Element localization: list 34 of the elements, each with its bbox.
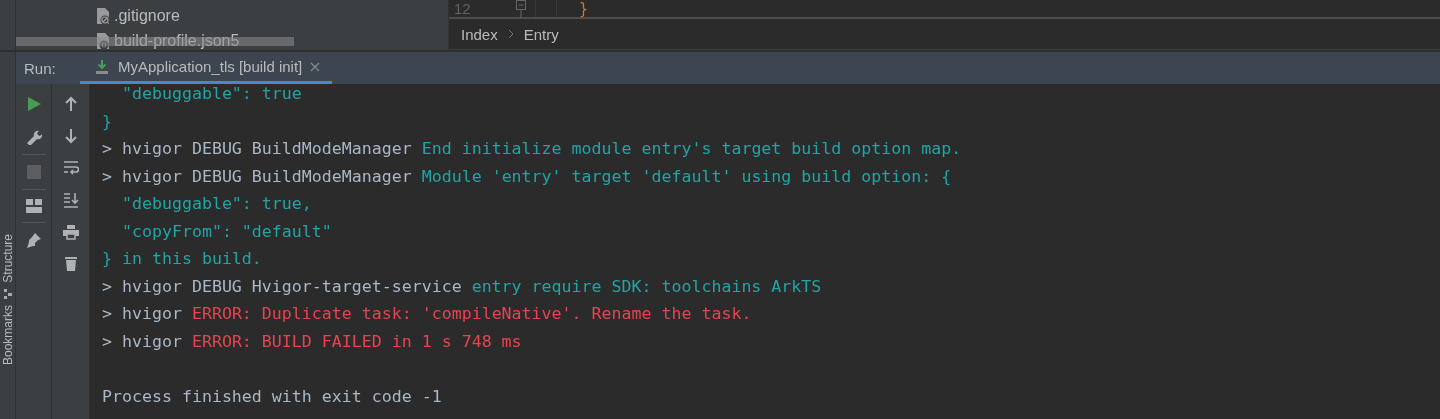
close-icon[interactable]: [310, 61, 321, 72]
side-tab[interactable]: Bookmarks: [0, 304, 15, 365]
console-line: }: [102, 111, 113, 133]
trash-icon[interactable]: [62, 256, 79, 272]
layout-icon[interactable]: [25, 199, 42, 213]
fold-icon[interactable]: [515, 0, 527, 18]
wrench-icon[interactable]: [25, 129, 42, 145]
exit-message: Process finished with exit code -1: [102, 386, 443, 408]
structure-icon: [3, 288, 12, 299]
line-number: 12: [454, 0, 472, 17]
side-tab[interactable]: Structure: [0, 234, 15, 283]
console-line: "debuggable": true: [120, 84, 303, 105]
tree-item[interactable]: .gitignore: [95, 3, 448, 28]
console-line: > hvigor DEBUG BuildModeManager Module 'entry' target 'default' using build option: {: [102, 166, 953, 188]
chevron-icon: [507, 29, 514, 39]
soft-wrap-icon[interactable]: [62, 160, 79, 176]
down-arrow-icon[interactable]: [62, 128, 79, 144]
console-line: > hvigor DEBUG Hvigor-target-service entry require SDK: toolchains ArkTS: [102, 276, 823, 298]
code-text: }: [579, 0, 589, 18]
print-icon[interactable]: [62, 224, 79, 240]
breadcrumb[interactable]: Entry: [523, 25, 559, 43]
console-line: > hvigor ERROR: Duplicate task: 'compileNative'. Rename the task.: [102, 304, 753, 325]
console-line: } in this build.: [102, 249, 263, 270]
ignored-file-icon: [95, 6, 111, 25]
run-label: Run:: [24, 59, 57, 77]
console-line: > hvigor DEBUG BuildModeManager End initialize module entry's target build option map.: [102, 139, 963, 160]
console-line: > hvigor ERROR: BUILD FAILED in 1 s 748 ms: [102, 331, 523, 353]
breadcrumb[interactable]: Index: [461, 25, 498, 43]
console-line: "copyFrom": "default": [120, 221, 333, 243]
console-line: "debuggable": true,: [120, 194, 313, 215]
download-icon: [94, 58, 110, 75]
scroll-to-end-icon[interactable]: [62, 192, 79, 208]
run-icon[interactable]: [25, 96, 42, 112]
pin-icon[interactable]: [25, 232, 42, 248]
